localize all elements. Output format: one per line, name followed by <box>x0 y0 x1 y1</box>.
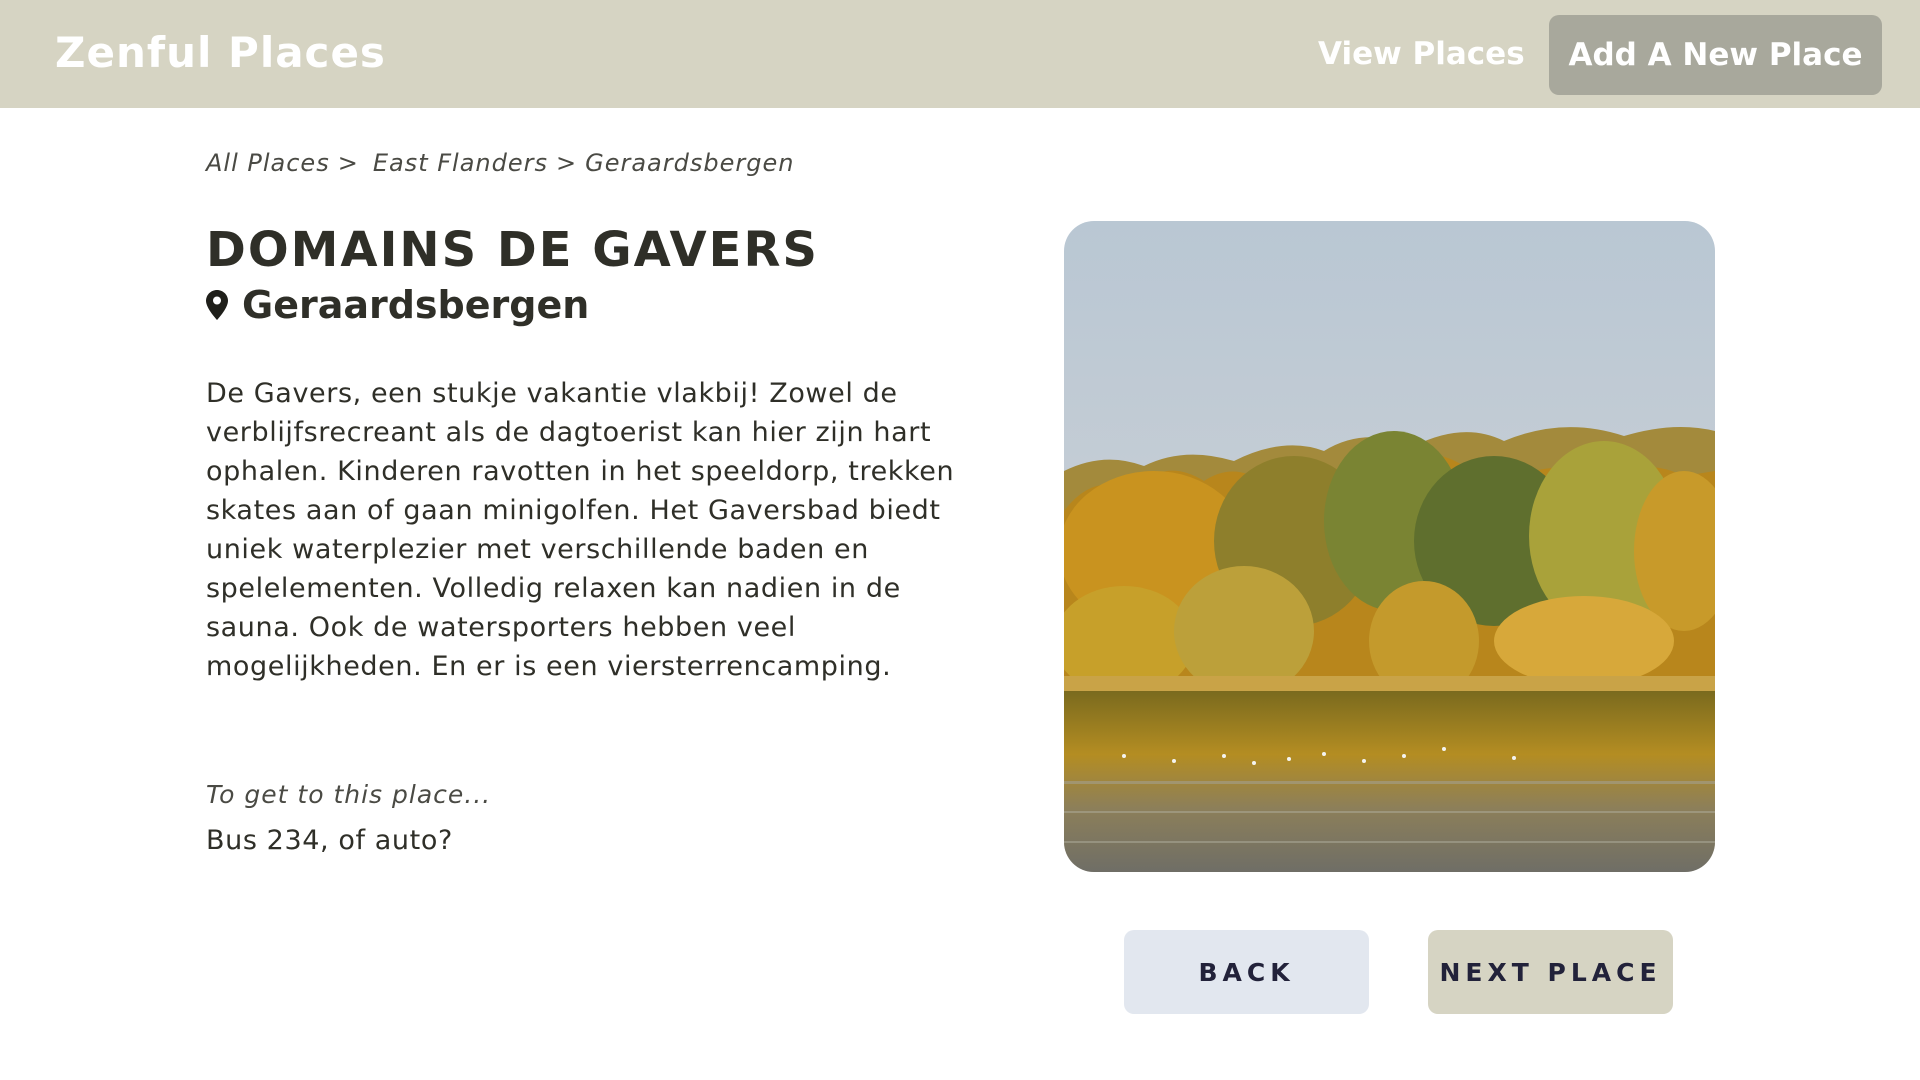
place-location-label: Geraardsbergen <box>242 283 590 327</box>
breadcrumb: All Places > East Flanders > Geraardsbergen <box>206 149 794 177</box>
place-description: De Gavers, een stukje vakantie vlakbij! … <box>206 378 955 682</box>
next-place-button[interactable]: NEXT PLACE <box>1428 930 1673 1014</box>
top-navbar: Zenful Places View Places Add A New Plac… <box>0 0 1920 108</box>
breadcrumb-separator: > <box>337 149 359 177</box>
place-title: DOMAINS DE GAVERS <box>206 222 819 278</box>
breadcrumb-region[interactable]: East Flanders <box>373 149 548 177</box>
breadcrumb-city[interactable]: Geraardsbergen <box>585 149 794 177</box>
place-photo-image <box>1064 221 1715 872</box>
add-new-place-button[interactable]: Add A New Place <box>1549 15 1882 95</box>
directions-value: Bus 234, of auto? <box>206 825 453 856</box>
place-photo <box>1064 221 1715 872</box>
breadcrumb-separator: > <box>556 149 578 177</box>
place-location: Geraardsbergen <box>206 283 589 327</box>
breadcrumb-all-places[interactable]: All Places <box>206 149 330 177</box>
directions-label: To get to this place... <box>206 780 492 809</box>
brand-logo-text[interactable]: Zenful Places <box>55 28 386 77</box>
view-places-link[interactable]: View Places <box>1318 36 1525 72</box>
back-button[interactable]: BACK <box>1124 930 1369 1014</box>
map-pin-icon <box>206 290 228 320</box>
